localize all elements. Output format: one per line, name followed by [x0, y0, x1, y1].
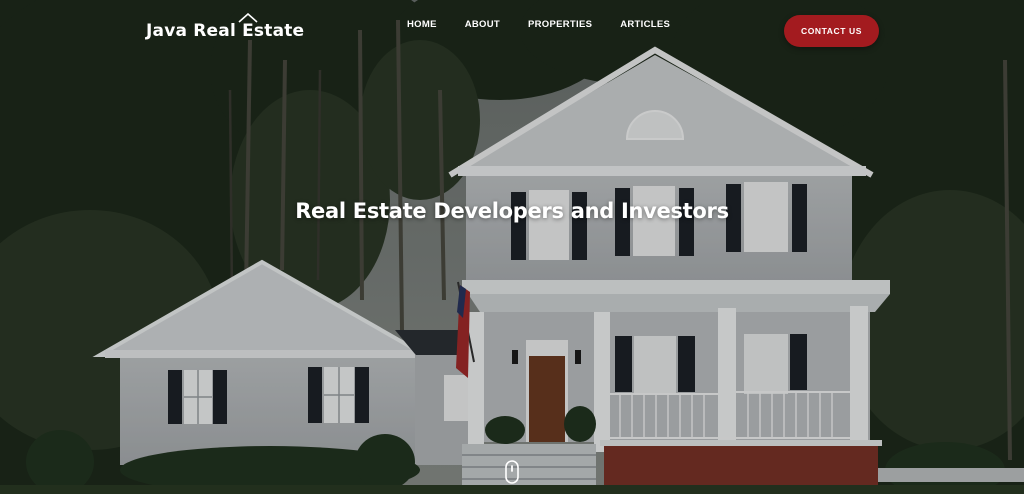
contact-us-button[interactable]: CONTACT US [784, 15, 879, 47]
hero-dark-overlay [0, 0, 1024, 494]
hero-section: Java Real Estate HOME ABOUT PROPERTIES A… [0, 0, 1024, 494]
brand-name: Java Real Estate [146, 21, 305, 41]
main-menu: HOME ABOUT PROPERTIES ARTICLES [407, 19, 698, 30]
mouse-scroll-icon[interactable] [505, 460, 519, 484]
nav-item-about[interactable]: ABOUT [465, 19, 500, 30]
nav-item-properties[interactable]: PROPERTIES [528, 19, 592, 30]
hero-headline: Real Estate Developers and Investors [295, 199, 729, 223]
top-nav: Java Real Estate HOME ABOUT PROPERTIES A… [0, 0, 1024, 62]
nav-item-home[interactable]: HOME [407, 19, 437, 30]
nav-item-articles[interactable]: ARTICLES [620, 19, 670, 30]
